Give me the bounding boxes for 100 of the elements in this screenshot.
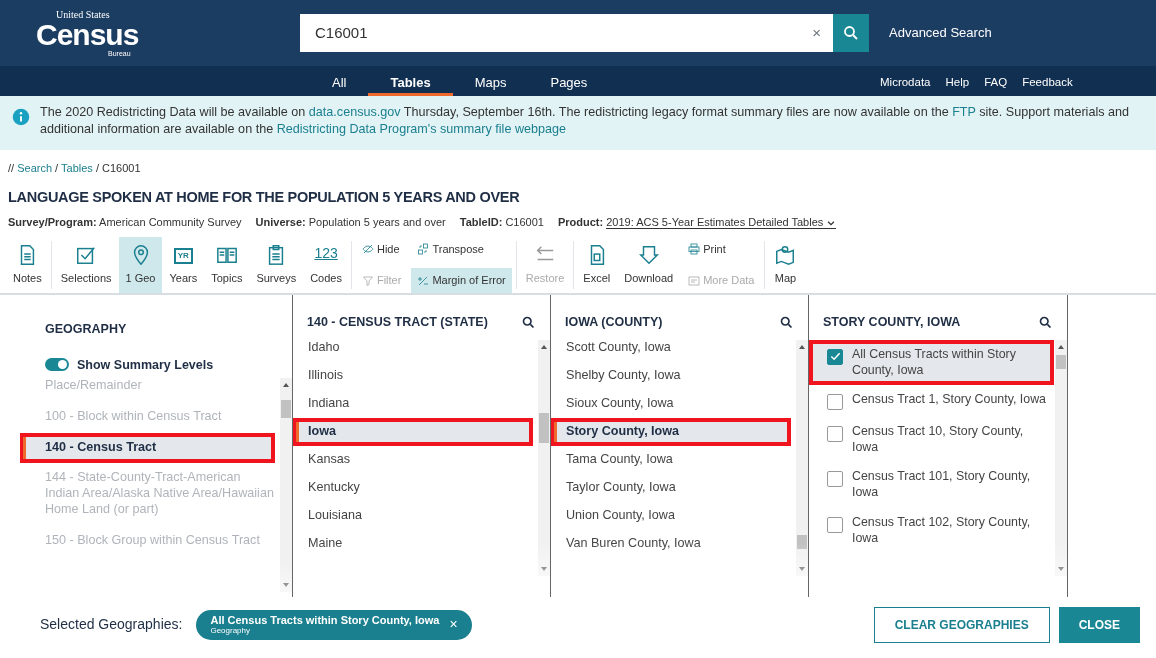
list-item[interactable]: Maine	[293, 529, 533, 558]
list-item[interactable]: Idaho	[293, 339, 533, 362]
search-button[interactable]	[833, 14, 869, 52]
banner-link[interactable]: FTP	[952, 105, 976, 119]
checkbox-item[interactable]: Census Tract 10, Story County, Iowa	[809, 417, 1054, 463]
checkbox-icon	[75, 244, 98, 267]
meta-label: Survey/Program:	[8, 216, 97, 229]
checkbox-item[interactable]: Census Tract 102, Story County, Iowa	[809, 507, 1054, 553]
toolbar-button[interactable]: YR Years	[162, 236, 205, 293]
breadcrumb-link[interactable]: Search	[17, 162, 53, 174]
toolbar-button[interactable]: Selections	[53, 236, 119, 293]
toolbar-button[interactable]: Transpose	[411, 236, 512, 262]
codes-icon: 123	[314, 243, 338, 265]
list-item[interactable]: Louisiana	[293, 501, 533, 530]
meta-label: Universe:	[255, 216, 306, 229]
column-heading: IOWA (COUNTY)	[565, 313, 663, 331]
close-button[interactable]: CLOSE	[1058, 606, 1140, 643]
scrollbar[interactable]	[796, 339, 808, 576]
info-icon	[12, 108, 30, 126]
banner-link[interactable]: data.census.gov	[308, 105, 401, 119]
meta-value: American Community Survey	[99, 216, 242, 229]
list-item[interactable]: Sioux County, Iowa	[551, 389, 791, 418]
list-item[interactable]: Van Buren County, Iowa	[551, 529, 791, 558]
banner-message: The 2020 Redistricting Data will be available on data.census.gov Thursday, September 16th. The redistricting legacy format summary files are now available on the FTP site. Support materials and additional information are available on the Redistricting Data Program's summary file webpage	[40, 104, 1130, 138]
toolbar-button[interactable]: Download	[617, 236, 681, 293]
checkbox[interactable]	[827, 394, 843, 410]
column-heading: GEOGRAPHY	[44, 320, 128, 338]
toolbar-button[interactable]: Map	[767, 236, 804, 293]
list-item[interactable]: Tama County, Iowa	[551, 445, 791, 474]
advanced-search-link[interactable]: Advanced Search	[889, 23, 992, 43]
list-item[interactable]: Indiana	[293, 389, 533, 418]
checkbox[interactable]	[827, 348, 843, 365]
breadcrumb-text: //	[8, 162, 15, 174]
summary-level-item[interactable]: 140 - Census Tract	[20, 432, 275, 464]
scrollbar[interactable]	[1055, 339, 1067, 576]
nav-link[interactable]: Feedback	[1022, 74, 1073, 92]
nav-tab[interactable]: All	[310, 66, 369, 96]
list-item[interactable]: Story County, Iowa	[551, 417, 791, 446]
nav-link[interactable]: FAQ	[984, 74, 1008, 92]
product-dropdown[interactable]: 2019: ACS 5-Year Estimates Detailed Tables	[606, 216, 837, 230]
printer-icon	[688, 243, 701, 255]
eye-slash-icon	[361, 243, 374, 255]
transpose-icon	[417, 243, 430, 255]
summary-levels-toggle[interactable]: Show Summary Levels	[20, 338, 214, 375]
toolbar-button[interactable]: Margin of Error	[411, 268, 512, 293]
map-icon	[774, 244, 797, 267]
scrollbar[interactable]	[280, 378, 292, 593]
plus-minus-icon	[417, 274, 430, 287]
breadcrumb-text: / C16001	[95, 162, 141, 174]
nav-link[interactable]: Microdata	[880, 74, 931, 92]
checkbox[interactable]	[827, 516, 843, 533]
search-icon	[842, 24, 860, 42]
column-heading: STORY COUNTY, IOWA	[823, 313, 961, 331]
checkbox[interactable]	[827, 426, 843, 442]
toolbar-button[interactable]: Surveys	[249, 236, 304, 293]
breadcrumb-link[interactable]: Tables	[61, 162, 93, 174]
banner-link[interactable]: Redistricting Data Program's summary file webpage	[276, 122, 566, 136]
nav-tab[interactable]: Maps	[452, 66, 529, 96]
column-heading: 140 - CENSUS TRACT (STATE)	[307, 313, 488, 331]
meta-value: C16001	[505, 216, 544, 229]
search-icon	[1038, 314, 1053, 330]
list-item[interactable]: Illinois	[293, 361, 533, 390]
file-icon	[688, 274, 701, 287]
toolbar-button[interactable]: Topics	[204, 236, 250, 293]
toggle-switch[interactable]	[45, 358, 69, 372]
remove-chip-button[interactable]: ×	[449, 617, 458, 633]
list-item[interactable]: Scott County, Iowa	[551, 339, 791, 362]
toolbar-button[interactable]: Hide	[355, 236, 408, 262]
list-item[interactable]: Kentucky	[293, 473, 533, 502]
checkbox-item[interactable]: All Census Tracts within Story County, Iowa	[809, 339, 1054, 385]
list-item[interactable]: Taylor County, Iowa	[551, 473, 791, 502]
filter-icon	[361, 274, 374, 287]
toolbar-button[interactable]: Excel	[576, 236, 618, 293]
toolbar-button[interactable]: 123 Codes	[303, 236, 349, 293]
search-icon	[521, 314, 536, 330]
list-item[interactable]: Kansas	[293, 445, 533, 474]
checkbox[interactable]	[827, 471, 843, 488]
calendar-icon: YR	[173, 248, 193, 265]
clear-geographies-button[interactable]: CLEAR GEOGRAPHIES	[873, 606, 1050, 643]
list-item[interactable]: Iowa	[293, 417, 533, 446]
list-item[interactable]: Union County, Iowa	[551, 501, 791, 530]
meta-label: TableID:	[459, 216, 503, 229]
nav-link[interactable]: Help	[945, 74, 970, 92]
list-item[interactable]: Shelby County, Iowa	[551, 361, 791, 390]
toolbar-button[interactable]: Print	[682, 236, 761, 262]
download-icon	[637, 244, 660, 267]
clear-button[interactable]: ×	[812, 21, 821, 45]
nav-tab[interactable]: Pages	[528, 66, 610, 96]
toolbar-button[interactable]: Notes	[6, 236, 49, 293]
meta-label: Product:	[557, 216, 604, 229]
checkbox-item[interactable]: Census Tract 1, Story County, Iowa	[809, 385, 1054, 417]
geography-chip[interactable]: All Census Tracts within Story County, Iowa Geography ×	[196, 609, 472, 640]
meta-value: Population 5 years and over	[308, 216, 446, 229]
search-field[interactable]: C16001 ×	[300, 14, 833, 52]
scrollbar[interactable]	[538, 339, 550, 576]
breadcrumb-text: /	[55, 162, 59, 174]
search-icon	[779, 314, 794, 330]
table-title: LANGUAGE SPOKEN AT HOME FOR THE POPULATION 5 YEARS AND OVER	[7, 187, 521, 207]
toolbar-button[interactable]: 1 Geo	[118, 236, 163, 293]
checkbox-item[interactable]: Census Tract 101, Story County, Iowa	[809, 462, 1054, 508]
